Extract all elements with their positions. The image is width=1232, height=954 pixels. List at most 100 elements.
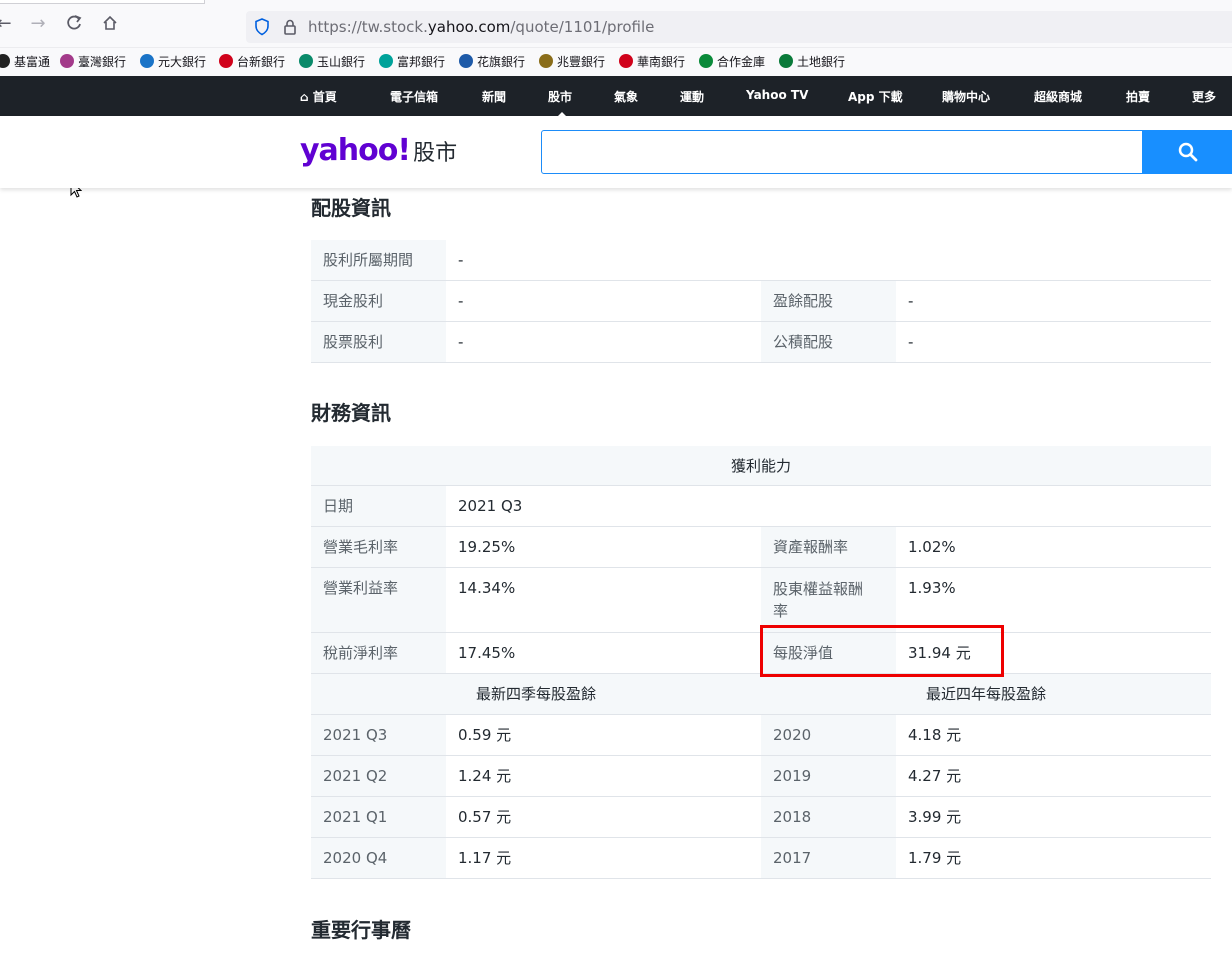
bookmark-favicon-icon	[539, 54, 553, 68]
nav-item-label: 氣象	[614, 90, 639, 104]
bookmark-item[interactable]: 華南銀行	[619, 54, 685, 72]
nav-item-label: 拍賣	[1126, 90, 1151, 104]
gross-margin-value: 19.25%	[458, 538, 516, 556]
eps-quarter-header: 最新四季每股盈餘	[311, 674, 761, 714]
earnings-dividend-label: 盈餘配股	[761, 281, 896, 321]
profit-header: 獲利能力	[311, 446, 1211, 486]
nav-item[interactable]: 電子信箱	[390, 88, 438, 105]
nav-item[interactable]: 新聞	[482, 88, 506, 105]
nav-item[interactable]: Yahoo TV	[746, 88, 808, 102]
roe-label: 股東權益報酬率	[761, 568, 896, 632]
bookmark-item[interactable]: 基富通	[0, 54, 50, 72]
bookmark-item[interactable]: 兆豐銀行	[539, 54, 605, 72]
bookmark-item[interactable]: 臺灣銀行	[60, 54, 126, 72]
eps-quarter-label: 2021 Q1	[311, 797, 446, 837]
bookmark-label: 兆豐銀行	[557, 55, 606, 69]
bookmark-label: 花旗銀行	[477, 55, 526, 69]
pretax-margin-value: 17.45%	[458, 644, 516, 662]
table-row: 股票股利 - 公積配股 -	[311, 322, 1211, 363]
nav-item[interactable]: ⌂ 首頁	[300, 88, 337, 105]
dividend-section-title: 配股資訊	[311, 196, 391, 220]
bookmark-item[interactable]: 玉山銀行	[299, 54, 365, 72]
home-icon[interactable]	[100, 14, 120, 34]
stock-dividend-label: 股票股利	[311, 322, 446, 362]
reload-icon[interactable]	[64, 14, 84, 34]
eps-year-value: 1.79 元	[908, 849, 962, 867]
eps-quarter-label: 2020 Q4	[311, 838, 446, 878]
bookmark-label: 富邦銀行	[397, 55, 446, 69]
calendar-section-title: 重要行事曆	[311, 918, 411, 942]
cash-dividend-label: 現金股利	[311, 281, 446, 321]
nav-item[interactable]: 購物中心	[942, 88, 990, 105]
nav-item-label: Yahoo TV	[746, 88, 809, 102]
gross-margin-label: 營業毛利率	[311, 527, 446, 567]
eps-year-label: 2017	[761, 838, 896, 878]
bookmark-item[interactable]: 富邦銀行	[379, 54, 445, 72]
cash-dividend-value: -	[458, 292, 464, 310]
yahoo-stock-logo[interactable]: yahoo! 股市	[300, 133, 457, 168]
url-text: https://tw.stock.yahoo.com/quote/1101/pr…	[308, 18, 655, 36]
bookmark-favicon-icon	[140, 54, 154, 68]
nav-item-label: 購物中心	[942, 90, 991, 104]
shield-icon[interactable]	[254, 18, 270, 36]
period-label: 股利所屬期間	[311, 240, 446, 280]
table-row: 日期 2021 Q3	[311, 486, 1211, 527]
bookmark-favicon-icon	[299, 54, 313, 68]
nav-item[interactable]: 股市	[548, 88, 572, 118]
bookmark-item[interactable]: 花旗銀行	[459, 54, 525, 72]
eps-year-label: 2020	[761, 715, 896, 755]
bookmark-label: 華南銀行	[637, 55, 686, 69]
stock-dividend-value: -	[458, 333, 464, 351]
bookmark-favicon-icon	[619, 54, 633, 68]
bookmark-item[interactable]: 合作金庫	[699, 54, 765, 72]
table-row: 現金股利 - 盈餘配股 -	[311, 281, 1211, 322]
eps-header-row: 最新四季每股盈餘 最近四年每股盈餘	[311, 674, 1211, 715]
eps-year-value: 4.18 元	[908, 726, 962, 744]
nav-item[interactable]: App 下載	[848, 88, 903, 105]
eps-year-value: 3.99 元	[908, 808, 962, 826]
eps-quarter-value: 0.57 元	[458, 808, 512, 826]
bookmark-label: 基富通	[14, 55, 51, 69]
reserve-dividend-label: 公積配股	[761, 322, 896, 362]
eps-quarter-value: 1.24 元	[458, 767, 512, 785]
earnings-dividend-value: -	[908, 292, 914, 310]
nav-item[interactable]: 拍賣	[1126, 88, 1150, 105]
bookmark-item[interactable]: 台新銀行	[219, 54, 285, 72]
period-value: -	[458, 251, 464, 269]
highlight-box	[760, 625, 1004, 677]
nav-item[interactable]: 超級商城	[1034, 88, 1082, 105]
bookmarks-bar: 基富通 臺灣銀行 元大銀行 台新銀行 玉山銀行 富邦銀行 花旗銀行 兆豐銀行 華南銀行 合作金庫 土…	[0, 48, 1232, 76]
search-button[interactable]	[1142, 130, 1232, 174]
address-bar[interactable]: https://tw.stock.yahoo.com/quote/1101/pr…	[246, 11, 1232, 43]
yahoo-top-nav: ⌂ 首頁 電子信箱 新聞 股市 氣象 運動 Yahoo TV App 下載 購物中心 超級商城 拍賣…	[0, 76, 1232, 198]
lock-icon[interactable]	[282, 18, 298, 36]
eps-quarter-value: 0.59 元	[458, 726, 512, 744]
bookmark-favicon-icon	[699, 54, 713, 68]
table-row: 2021 Q2 1.24 元 2019 4.27 元	[311, 756, 1211, 797]
bookmark-label: 元大銀行	[158, 55, 207, 69]
table-row: 2021 Q1 0.57 元 2018 3.99 元	[311, 797, 1211, 838]
date-value: 2021 Q3	[458, 497, 523, 515]
forward-arrow-icon[interactable]: →	[28, 14, 48, 34]
browser-tab[interactable]	[0, 0, 205, 4]
nav-item[interactable]: 運動	[680, 88, 704, 105]
table-row: 2020 Q4 1.17 元 2017 1.79 元	[311, 838, 1211, 879]
table-row: 營業毛利率 19.25% 資產報酬率 1.02%	[311, 527, 1211, 568]
bookmark-favicon-icon	[459, 54, 473, 68]
bookmark-favicon-icon	[379, 54, 393, 68]
nav-item[interactable]: 氣象	[614, 88, 638, 105]
eps-quarter-value: 1.17 元	[458, 849, 512, 867]
bookmark-label: 合作金庫	[717, 55, 766, 69]
bookmark-label: 臺灣銀行	[78, 55, 127, 69]
table-row: 營業利益率 14.34% 股東權益報酬率 1.93%	[311, 568, 1211, 633]
table-row: 股利所屬期間 -	[311, 240, 1211, 281]
bookmark-item[interactable]: 元大銀行	[140, 54, 206, 72]
nav-item-label: 新聞	[482, 90, 507, 104]
bookmark-favicon-icon	[60, 54, 74, 68]
bookmark-item[interactable]: 土地銀行	[779, 54, 845, 72]
nav-item-label: App 下載	[848, 90, 903, 104]
back-arrow-icon[interactable]: ←	[0, 14, 14, 34]
nav-item[interactable]: 更多	[1192, 88, 1216, 105]
search-icon	[1178, 142, 1198, 162]
search-input[interactable]	[541, 130, 1143, 174]
